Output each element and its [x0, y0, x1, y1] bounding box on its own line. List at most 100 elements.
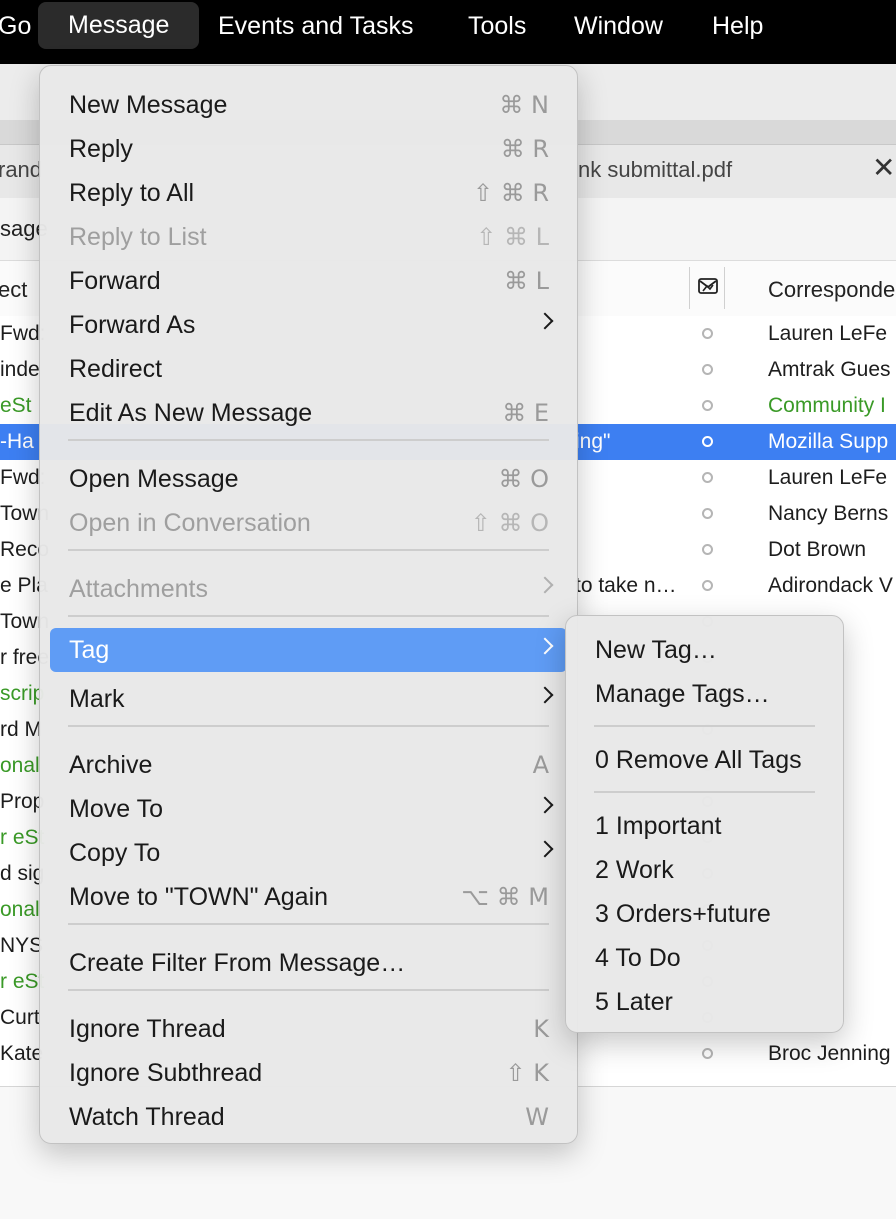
close-tab-icon[interactable]: ✕ — [872, 151, 895, 184]
menu-item-label: Edit As New Message — [69, 399, 313, 427]
menu-item-copy-to[interactable]: Copy To — [50, 831, 567, 875]
menu-item-forward-as[interactable]: Forward As — [50, 303, 567, 347]
menu-item-reply-to-list[interactable]: Reply to List ⇧ ⌘ L — [50, 215, 567, 259]
read-status-icon[interactable] — [702, 472, 713, 483]
menu-item-archive[interactable]: Archive A — [50, 743, 567, 787]
chevron-right-icon — [536, 796, 554, 814]
menu-item-label: Open in Conversation — [69, 509, 311, 537]
shortcut-label: ⇧ ⌘ R — [472, 179, 549, 207]
tab-left-label[interactable]: rand — [0, 157, 42, 183]
menu-item-open-in-conversation[interactable]: Open in Conversation ⇧ ⌘ O — [50, 501, 567, 545]
row-correspondent: Amtrak Gues — [768, 358, 891, 381]
column-subject[interactable]: ect — [0, 277, 27, 303]
menu-separator — [594, 725, 815, 727]
menu-item-move-to-town-again[interactable]: Move to "TOWN" Again ⌥ ⌘ M — [50, 875, 567, 919]
tag-item-0-remove-all-tags[interactable]: 0 Remove All Tags — [576, 738, 833, 782]
tag-item-2-work[interactable]: 2 Work — [576, 848, 833, 892]
read-status-icon[interactable] — [702, 1048, 713, 1059]
menu-item-edit-as-new-message[interactable]: Edit As New Message ⌘ E — [50, 391, 567, 435]
read-status-icon[interactable] — [702, 364, 713, 375]
row-correspondent: Lauren LeFe — [768, 322, 888, 345]
row-correspondent: Mozilla Supp — [768, 430, 889, 453]
menu-separator — [68, 923, 549, 925]
menu-item-reply[interactable]: Reply ⌘ R — [50, 127, 567, 171]
read-status-icon[interactable] — [702, 580, 713, 591]
shortcut-label: ⌘ L — [504, 267, 549, 295]
menu-item-label: Watch Thread — [69, 1103, 225, 1131]
menu-item-watch-thread[interactable]: Watch Thread W — [50, 1095, 567, 1139]
menu-item-mark[interactable]: Mark — [50, 677, 567, 721]
menu-item-label: Mark — [69, 685, 125, 713]
column-divider[interactable] — [724, 267, 725, 309]
menu-item-open-message[interactable]: Open Message ⌘ O — [50, 457, 567, 501]
menu-item-label: Ignore Thread — [69, 1015, 226, 1043]
menu-separator — [68, 549, 549, 551]
message-menu: New Message ⌘ N Reply ⌘ R Reply to All ⇧ ⌘ RR… — [39, 65, 578, 1144]
menu-item-label: Forward — [69, 267, 161, 295]
read-status-icon[interactable] — [702, 544, 713, 555]
read-status-icon[interactable] — [702, 436, 713, 447]
tag-item-label: 4 To Do — [595, 944, 681, 972]
menu-item-attachments[interactable]: Attachments — [50, 567, 567, 611]
menu-bar: Go Message Events and Tasks Tools Window… — [0, 0, 896, 64]
shortcut-label: ⇧ K — [505, 1059, 549, 1087]
row-correspondent: Adirondack V — [768, 574, 893, 597]
tag-item-1-important[interactable]: 1 Important — [576, 804, 833, 848]
menu-item-move-to[interactable]: Move To — [50, 787, 567, 831]
column-correspondent[interactable]: Corresponde — [768, 277, 895, 303]
tag-item-label: Manage Tags… — [595, 680, 770, 708]
tag-item-manage-tags[interactable]: Manage Tags… — [576, 672, 833, 716]
tab-right-label[interactable]: nk submittal.pdf — [578, 157, 732, 183]
read-status-icon[interactable] — [702, 508, 713, 519]
tag-item-label: 3 Orders+future — [595, 900, 771, 928]
shortcut-label: W — [525, 1103, 549, 1131]
read-status-icon[interactable] — [702, 400, 713, 411]
menu-item-label: Move to "TOWN" Again — [69, 883, 329, 911]
tag-item-label: 0 Remove All Tags — [595, 746, 802, 774]
shortcut-label: K — [533, 1015, 549, 1043]
menu-item-create-filter-from-message[interactable]: Create Filter From Message… — [50, 941, 567, 985]
shortcut-label: ⌥ ⌘ M — [461, 883, 549, 911]
tag-item-new-tag[interactable]: New Tag… — [576, 628, 833, 672]
shortcut-label: ⇧ ⌘ O — [470, 509, 549, 537]
chevron-right-icon — [536, 686, 554, 704]
menu-item-label: Redirect — [69, 355, 163, 383]
tag-item-4-to-do[interactable]: 4 To Do — [576, 936, 833, 980]
shortcut-label: ⇧ ⌘ L — [476, 223, 549, 251]
tag-item-5-later[interactable]: 5 Later — [576, 980, 833, 1024]
menu-help[interactable]: Help — [712, 11, 763, 41]
menu-item-label: Attachments — [69, 575, 208, 603]
chevron-right-icon — [536, 637, 554, 655]
menu-item-tag[interactable]: Tag — [50, 628, 567, 672]
menu-item-new-message[interactable]: New Message ⌘ N — [50, 83, 567, 127]
tag-item-label: 5 Later — [595, 988, 673, 1016]
menu-item-label: Archive — [69, 751, 153, 779]
tag-item-3-orders-future[interactable]: 3 Orders+future — [576, 892, 833, 936]
menu-item-reply-to-all[interactable]: Reply to All ⇧ ⌘ R — [50, 171, 567, 215]
menu-events-and-tasks[interactable]: Events and Tasks — [218, 11, 413, 41]
read-status-icon[interactable] — [702, 328, 713, 339]
chevron-right-icon — [536, 576, 554, 594]
menu-window[interactable]: Window — [574, 11, 663, 41]
menu-tools[interactable]: Tools — [468, 11, 526, 41]
menu-item-ignore-thread[interactable]: Ignore Thread K — [50, 1007, 567, 1051]
tag-submenu: New Tag… Manage Tags… 0 Remove All Tags 1 I… — [565, 615, 844, 1033]
menu-go[interactable]: Go — [0, 11, 31, 41]
row-correspondent: Nancy Berns — [768, 502, 889, 525]
menu-item-redirect[interactable]: Redirect — [50, 347, 567, 391]
shortcut-label: ⌘ N — [499, 91, 549, 119]
menu-separator — [68, 615, 549, 617]
menu-item-label: Create Filter From Message… — [69, 949, 406, 977]
shortcut-label: ⌘ E — [502, 399, 549, 427]
menu-item-forward[interactable]: Forward ⌘ L — [50, 259, 567, 303]
junk-status-icon[interactable] — [697, 275, 719, 303]
menu-item-label: Tag — [69, 636, 110, 664]
column-divider[interactable] — [689, 267, 690, 309]
row-subject-tail: to take n… — [575, 574, 677, 597]
menu-message[interactable]: Message — [38, 2, 200, 49]
menu-item-ignore-subthread[interactable]: Ignore Subthread ⇧ K — [50, 1051, 567, 1095]
menu-separator — [68, 439, 549, 441]
menu-item-label: Reply — [69, 135, 133, 163]
row-correspondent: Community I — [768, 394, 886, 417]
menu-item-label: Move To — [69, 795, 164, 823]
